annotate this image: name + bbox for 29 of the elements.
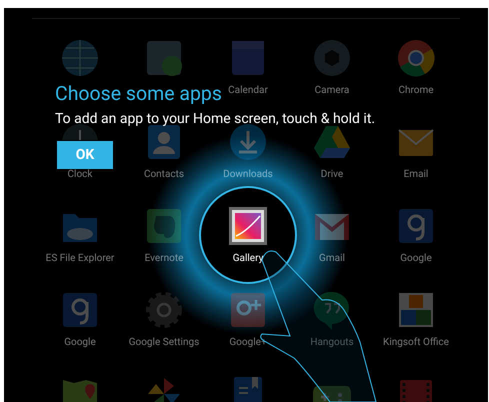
app-label: Google+ [229,337,267,348]
g-plus-tile-icon[interactable] [228,290,268,330]
app-label: Drive [320,169,344,180]
g-tile-icon[interactable] [60,290,100,330]
picture-icon[interactable] [228,206,268,246]
app-label: Hangouts [310,337,354,348]
app-label: Downloads [223,169,273,180]
tutorial-message: To add an app to your Home screen, touch & hold it. [55,111,376,127]
ok-button[interactable]: OK [57,141,113,169]
app-label: Google [64,337,96,348]
app-label: Contacts [144,169,184,180]
tutorial-title: Choose some apps [55,82,222,105]
gear-icon[interactable] [144,290,184,330]
clock-icon[interactable] [60,122,100,140]
app-label: Camera [314,85,350,96]
app-label: Clock [68,169,92,180]
app-label: Google [400,253,432,264]
app-label: Kingsoft Office [383,337,449,348]
app-label: Chrome [398,85,434,96]
app-label: Google Settings [128,337,200,348]
calculator-icon[interactable] [144,38,184,78]
globe-icon[interactable] [60,38,100,78]
app-label: Email [404,169,428,180]
app-label: Gmail [319,253,345,264]
chrome-icon[interactable] [396,38,436,78]
app-label: ES File Explorer [46,253,114,264]
app-label: Calendar [228,85,268,96]
g-tile-icon[interactable] [396,206,436,246]
office-tiles-icon[interactable] [396,290,436,330]
